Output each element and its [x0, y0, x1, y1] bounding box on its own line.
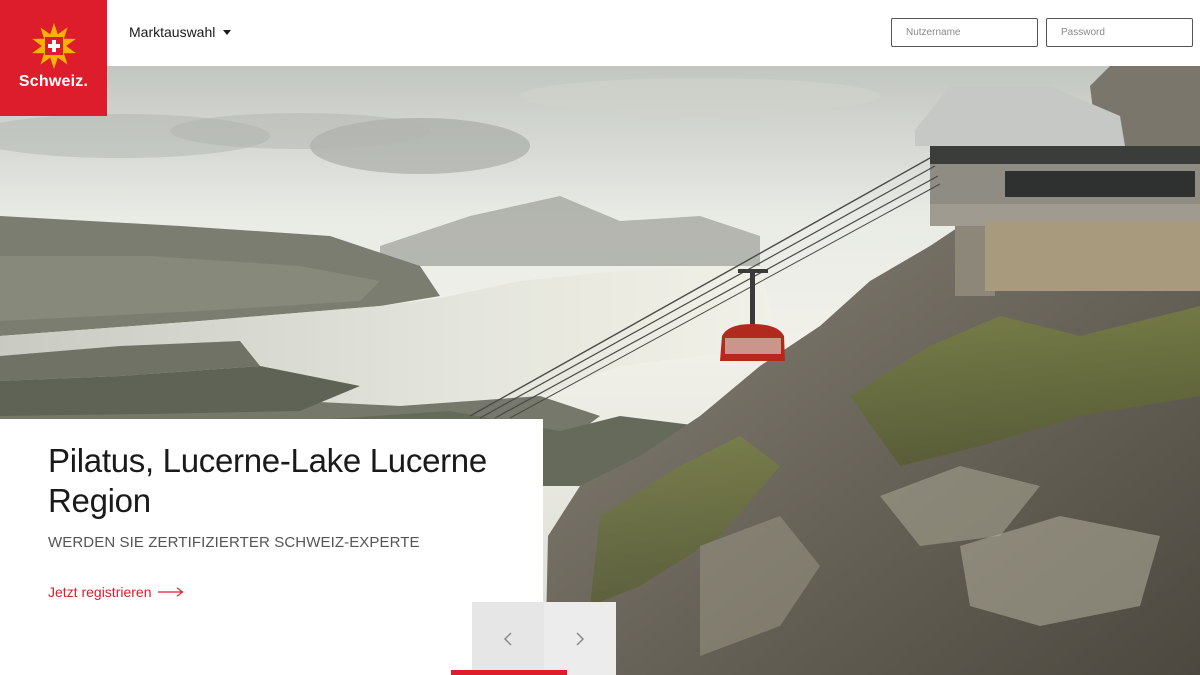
- caret-down-icon: [223, 30, 232, 35]
- hero-subtitle: WERDEN SIE ZERTIFIZIERTER SCHWEIZ-EXPERT…: [48, 534, 420, 551]
- hero-content-card: Pilatus, Lucerne-Lake Lucerne Region WER…: [0, 419, 543, 675]
- register-link-label: Jetzt registrieren: [48, 584, 152, 600]
- slider-prev-button[interactable]: [472, 602, 544, 675]
- chevron-right-icon: [576, 631, 585, 646]
- edelweiss-swiss-cross-icon: [31, 23, 76, 69]
- site-header: Marktauswahl: [0, 0, 1200, 66]
- register-link[interactable]: Jetzt registrieren: [48, 584, 184, 600]
- chevron-left-icon: [503, 631, 512, 646]
- password-input[interactable]: [1046, 18, 1193, 47]
- hero-title: Pilatus, Lucerne-Lake Lucerne Region: [48, 442, 487, 519]
- schweiz-logo[interactable]: Schweiz.: [0, 0, 107, 116]
- market-select-label: Marktauswahl: [129, 24, 216, 40]
- slider-progress-bar: [451, 670, 567, 675]
- slider-next-button[interactable]: [544, 602, 616, 675]
- market-select[interactable]: Marktauswahl: [129, 24, 232, 40]
- username-input[interactable]: [891, 18, 1038, 47]
- logo-text: Schweiz.: [18, 73, 89, 90]
- arrow-right-icon: [158, 587, 184, 597]
